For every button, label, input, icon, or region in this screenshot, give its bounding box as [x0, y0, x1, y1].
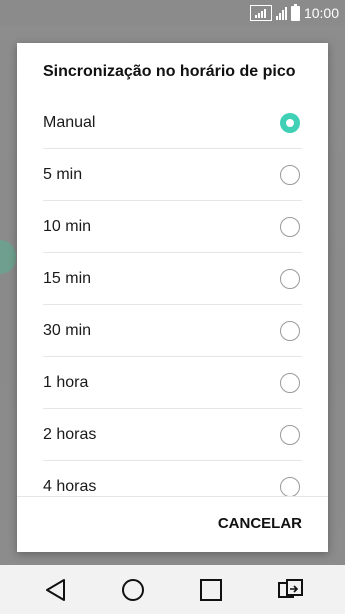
option-label: 2 horas: [43, 425, 97, 443]
dual-window-icon[interactable]: [277, 577, 305, 603]
option-10-min[interactable]: 10 min: [43, 201, 302, 253]
cancel-button[interactable]: CANCELAR: [218, 515, 302, 532]
recents-icon[interactable]: [198, 577, 224, 603]
signal-icon: [275, 6, 287, 20]
option-label: 15 min: [43, 269, 92, 287]
status-bar: 10:00: [0, 0, 345, 26]
background-accent: [0, 240, 16, 274]
option-label: 4 horas: [43, 477, 97, 495]
option-4-horas[interactable]: 4 horas: [43, 461, 302, 497]
option-15-min[interactable]: 15 min: [43, 253, 302, 305]
option-30-min[interactable]: 30 min: [43, 305, 302, 357]
radio-unchecked-icon[interactable]: [280, 164, 300, 185]
radio-unchecked-icon[interactable]: [280, 372, 300, 393]
home-icon[interactable]: [120, 577, 146, 603]
radio-unchecked-icon[interactable]: [280, 476, 300, 497]
status-time: 10:00: [303, 5, 339, 21]
navigation-bar: [0, 565, 345, 614]
radio-unchecked-icon[interactable]: [280, 424, 300, 445]
status-icons: 10:00: [249, 3, 339, 22]
option-manual[interactable]: Manual: [43, 97, 302, 149]
radio-unchecked-icon[interactable]: [280, 216, 300, 237]
dialog-footer: CANCELAR: [17, 496, 328, 552]
radio-checked-icon[interactable]: [280, 112, 300, 133]
option-label: 5 min: [43, 165, 83, 183]
option-5-min[interactable]: 5 min: [43, 149, 302, 201]
radio-unchecked-icon[interactable]: [280, 320, 300, 341]
signal-boxed-icon: [249, 5, 272, 21]
option-list[interactable]: Manual 5 min 10 min 15 min 30 min 1 hora…: [17, 97, 328, 497]
back-icon[interactable]: [43, 577, 69, 603]
radio-unchecked-icon[interactable]: [280, 268, 300, 289]
option-label: 30 min: [43, 321, 92, 339]
option-label: 10 min: [43, 217, 92, 235]
option-label: 1 hora: [43, 373, 89, 391]
option-1-hora[interactable]: 1 hora: [43, 357, 302, 409]
option-2-horas[interactable]: 2 horas: [43, 409, 302, 461]
battery-icon: [290, 3, 300, 21]
dialog-title: Sincronização no horário de pico: [43, 63, 296, 80]
option-label: Manual: [43, 113, 96, 131]
sync-interval-dialog: Sincronização no horário de pico Manual …: [17, 43, 328, 552]
